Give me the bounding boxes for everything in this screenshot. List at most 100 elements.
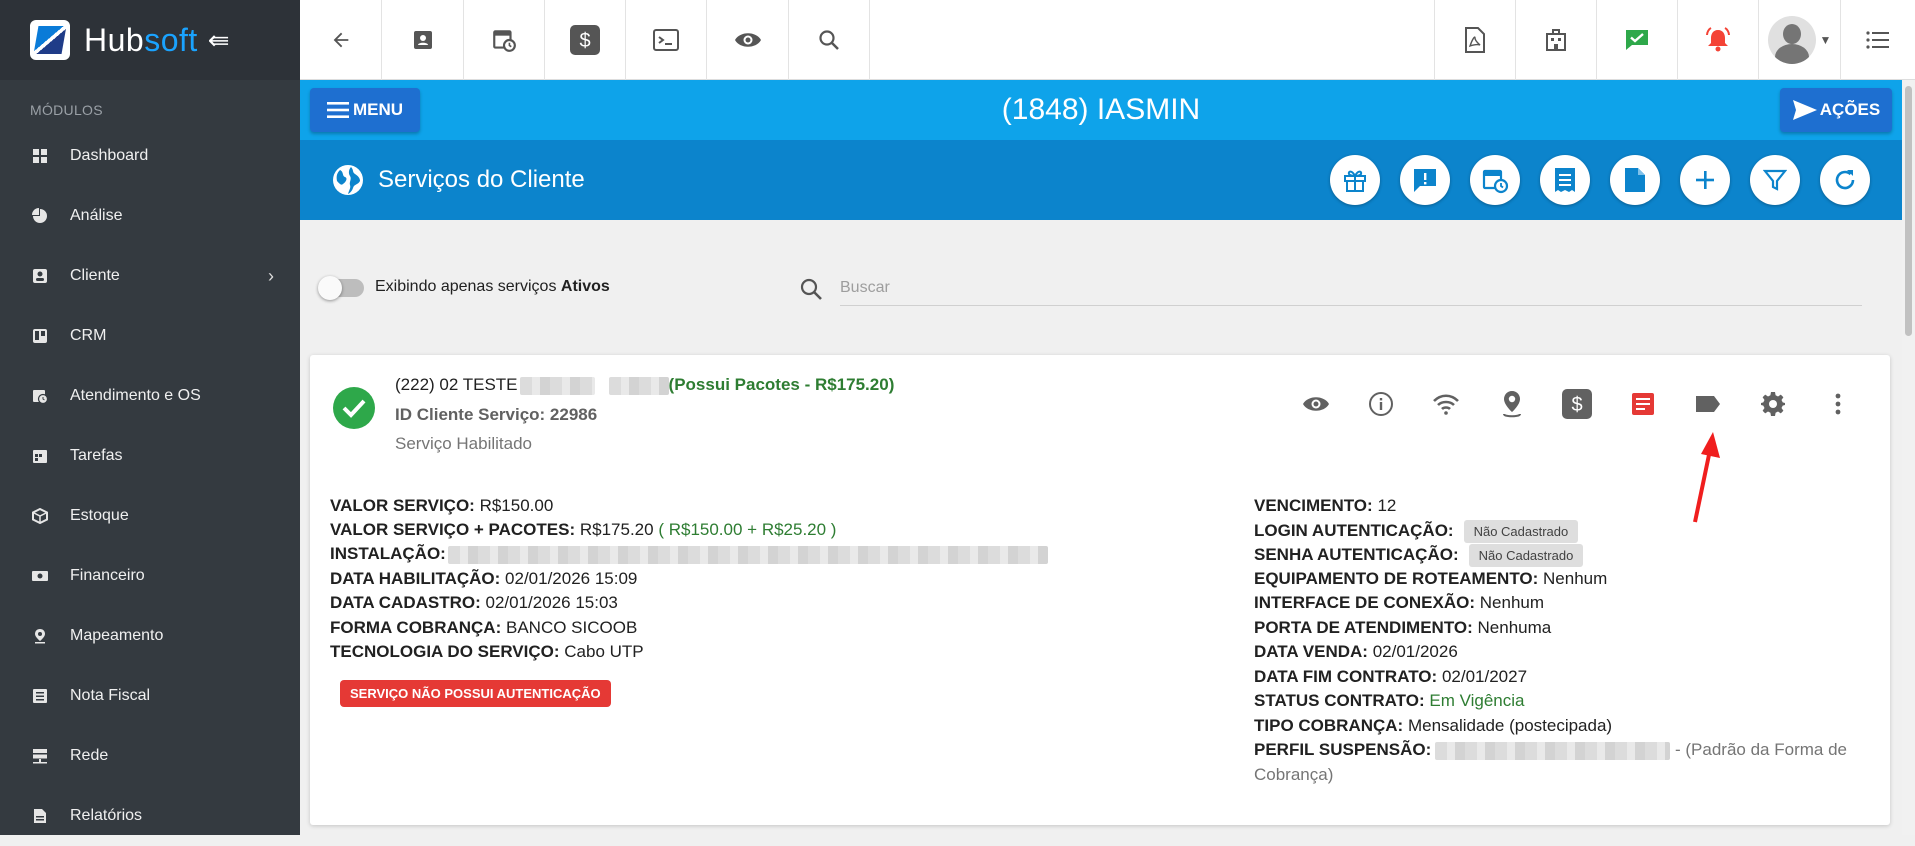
sidebar-item-estoque[interactable]: Estoque [0,486,300,546]
terminal-button[interactable] [626,0,707,80]
alert-message-icon [1414,169,1436,192]
menu-button[interactable]: MENU [310,88,420,132]
sidebar-item-label: Atendimento e OS [70,387,201,404]
sidebar-item-rede[interactable]: Rede [0,726,300,786]
collapse-sidebar-icon[interactable]: ⇚ [208,25,230,56]
dashboard-icon [32,148,48,164]
refresh-icon [1835,170,1855,190]
gift-icon [1344,170,1366,192]
avatar [1767,16,1816,64]
wifi-icon [1433,394,1459,415]
document-icon [1625,168,1645,192]
notes-button[interactable] [1627,388,1659,420]
billing-button[interactable]: $ [1561,388,1593,420]
arrow-left-icon [333,32,348,48]
acoes-label: AÇÕES [1819,100,1881,119]
alarm-bell-icon [1706,27,1730,52]
service-card: (222) 02 TESTE (Possui Pacotes - R$175.20… [310,355,1890,825]
field-tipo-cobranca: TIPO COBRANÇA: Mensalidade (postecipada) [1254,716,1613,735]
refresh-button[interactable] [1820,155,1870,205]
no-authentication-badge: SERVIÇO NÃO POSSUI AUTENTICAÇÃO [340,680,611,707]
field-login-autenticacao: LOGIN AUTENTICAÇÃO: Não Cadastrado [1254,520,1579,543]
sidebar-item-relatorios[interactable]: Relatórios [0,786,300,846]
field-equipamento: EQUIPAMENTO DE ROTEAMENTO: Nenhum [1254,569,1608,588]
sidebar-item-tarefas[interactable]: Tarefas [0,426,300,486]
hubsoft-logo[interactable] [30,20,70,60]
user-menu-button[interactable]: ▼ [1758,0,1840,80]
pdf-button[interactable] [1434,0,1515,80]
calendar-clock-icon [1482,169,1509,194]
active-services-toggle[interactable] [318,276,364,300]
more-options-button[interactable] [1822,388,1854,420]
dollar-icon: $ [570,25,600,55]
menu-label: MENU [352,100,404,119]
page-scrollbar[interactable] [1902,80,1915,835]
sidebar-item-dashboard[interactable]: Dashboard [0,126,300,186]
field-valor-servico: VALOR SERVIÇO: R$150.00 [330,496,554,515]
field-data-fim-contrato: DATA FIM CONTRATO: 02/01/2027 [1254,667,1528,686]
search-input[interactable] [840,270,1862,306]
box-icon [32,508,48,524]
sidebar-item-label: Relatórios [70,807,143,824]
plus-icon [1696,171,1714,189]
view-button[interactable] [707,0,789,80]
view-service-button[interactable] [1300,388,1332,420]
financial-button[interactable]: $ [545,0,626,80]
client-card-button[interactable] [382,0,464,80]
field-data-venda: DATA VENDA: 02/01/2026 [1254,642,1458,661]
services-section-header: Serviços do Cliente [300,140,1902,220]
client-title-bar: (1848) IASMIN MENU AÇÕES [300,80,1902,140]
service-title[interactable]: (222) 02 TESTE (Possui Pacotes - R$175.20… [395,375,894,395]
schedule-button[interactable] [464,0,545,80]
invoice-button[interactable] [1540,155,1590,205]
search-button[interactable] [789,0,870,80]
field-tecnologia: TECNOLOGIA DO SERVIÇO: Cabo UTP [330,642,644,661]
sidebar-item-atendimento[interactable]: Atendimento e OS [0,366,300,426]
sidebar-item-financeiro[interactable]: Financeiro [0,546,300,606]
notifications-button[interactable] [1677,0,1758,80]
gear-icon [1761,392,1785,416]
svg-text:$: $ [579,30,590,52]
send-icon [1792,100,1817,120]
chevron-right-icon: › [268,265,274,286]
settings-button[interactable] [1757,388,1789,420]
gift-button[interactable] [1330,155,1380,205]
money-icon [32,568,48,584]
trello-board-icon [32,328,48,344]
filter-button[interactable] [1750,155,1800,205]
field-instalacao: INSTALAÇÃO: [330,544,1048,564]
field-perfil-suspensao: PERFIL SUSPENSÃO: - (Padrão da Forma de [1254,740,1847,760]
info-icon [1369,392,1393,416]
document-button[interactable] [1610,155,1660,205]
alert-message-button[interactable] [1400,155,1450,205]
schedule-service-button[interactable] [1470,155,1520,205]
location-button[interactable] [1496,388,1528,420]
acoes-button[interactable]: AÇÕES [1780,88,1892,132]
scrollbar-thumb[interactable] [1905,86,1912,336]
chevron-down-icon: ▼ [1819,33,1832,47]
contact-card-icon [32,268,48,284]
field-vencimento: VENCIMENTO: 12 [1254,496,1397,515]
add-service-button[interactable] [1680,155,1730,205]
company-button[interactable] [1515,0,1596,80]
sidebar-item-analise[interactable]: Análise [0,186,300,246]
sidebar-item-label: CRM [70,327,107,344]
field-valor-pacotes: VALOR SERVIÇO + PACOTES: R$175.20 ( R$15… [330,520,837,539]
tag-button[interactable] [1692,388,1724,420]
sidebar-item-crm[interactable]: CRM [0,306,300,366]
sidebar-item-mapeamento[interactable]: Mapeamento [0,606,300,666]
sidebar-item-label: Nota Fiscal [70,687,151,704]
field-senha-autenticacao: SENHA AUTENTICAÇÃO: Não Cadastrado [1254,544,1584,567]
back-button[interactable] [300,0,382,80]
sidebar-item-label: Estoque [70,507,129,524]
sidebar-item-label: Rede [70,747,109,764]
approved-messages-button[interactable] [1596,0,1677,80]
service-status: Serviço Habilitado [395,434,533,453]
not-registered-chip: Não Cadastrado [1468,544,1584,567]
list-menu-button[interactable] [1840,0,1915,80]
sidebar-item-cliente[interactable]: Cliente › [0,246,300,306]
connection-button[interactable] [1430,388,1462,420]
info-button[interactable] [1365,388,1397,420]
sidebar-item-nota-fiscal[interactable]: Nota Fiscal [0,666,300,726]
client-title: (1848) IASMIN [1001,93,1201,126]
